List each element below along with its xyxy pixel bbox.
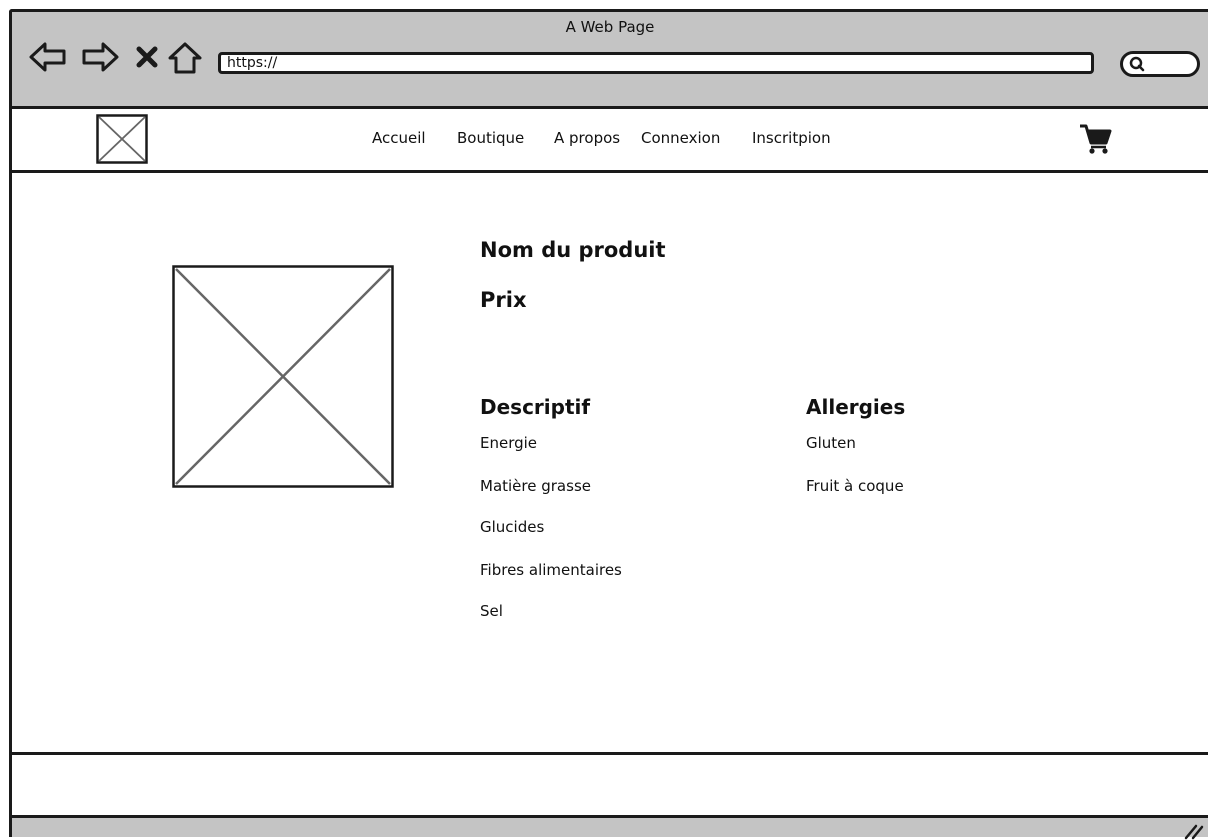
browser-window: A Web Page Accueil Boutique A propo xyxy=(9,9,1208,840)
allergy-item: Gluten xyxy=(806,434,856,452)
allergy-item: Fruit à coque xyxy=(806,477,904,495)
allergies-title: Allergies xyxy=(806,395,906,419)
search-icon xyxy=(1129,56,1145,72)
browser-titlebar: A Web Page xyxy=(12,12,1208,109)
site-footer xyxy=(12,752,1208,818)
stop-close-icon[interactable] xyxy=(134,44,160,70)
nav-item-a-propos[interactable]: A propos xyxy=(554,129,620,147)
search-button[interactable] xyxy=(1120,51,1200,77)
home-icon[interactable] xyxy=(166,40,204,76)
description-item: Matière grasse xyxy=(480,477,591,495)
product-name: Nom du produit xyxy=(480,238,666,262)
cart-icon[interactable] xyxy=(1079,123,1113,155)
site-header: Accueil Boutique A propos Connexion Insc… xyxy=(12,109,1208,173)
nav-item-accueil[interactable]: Accueil xyxy=(372,129,426,147)
browser-statusbar xyxy=(12,815,1208,840)
description-item: Fibres alimentaires xyxy=(480,561,622,579)
resize-grip-icon[interactable] xyxy=(1182,822,1204,840)
window-title: A Web Page xyxy=(565,18,655,36)
nav-item-connexion[interactable]: Connexion xyxy=(641,129,720,147)
product-price: Prix xyxy=(480,288,527,312)
forward-arrow-icon[interactable] xyxy=(80,40,120,74)
description-item: Sel xyxy=(480,602,503,620)
description-item: Glucides xyxy=(480,518,545,536)
nav-item-inscription[interactable]: Inscritpion xyxy=(752,129,831,147)
logo-placeholder-image[interactable] xyxy=(96,114,148,164)
back-arrow-icon[interactable] xyxy=(28,40,68,74)
url-input[interactable] xyxy=(218,52,1094,74)
nav-item-boutique[interactable]: Boutique xyxy=(457,129,524,147)
description-item: Energie xyxy=(480,434,538,452)
product-image-placeholder xyxy=(172,265,394,488)
description-title: Descriptif xyxy=(480,395,591,419)
